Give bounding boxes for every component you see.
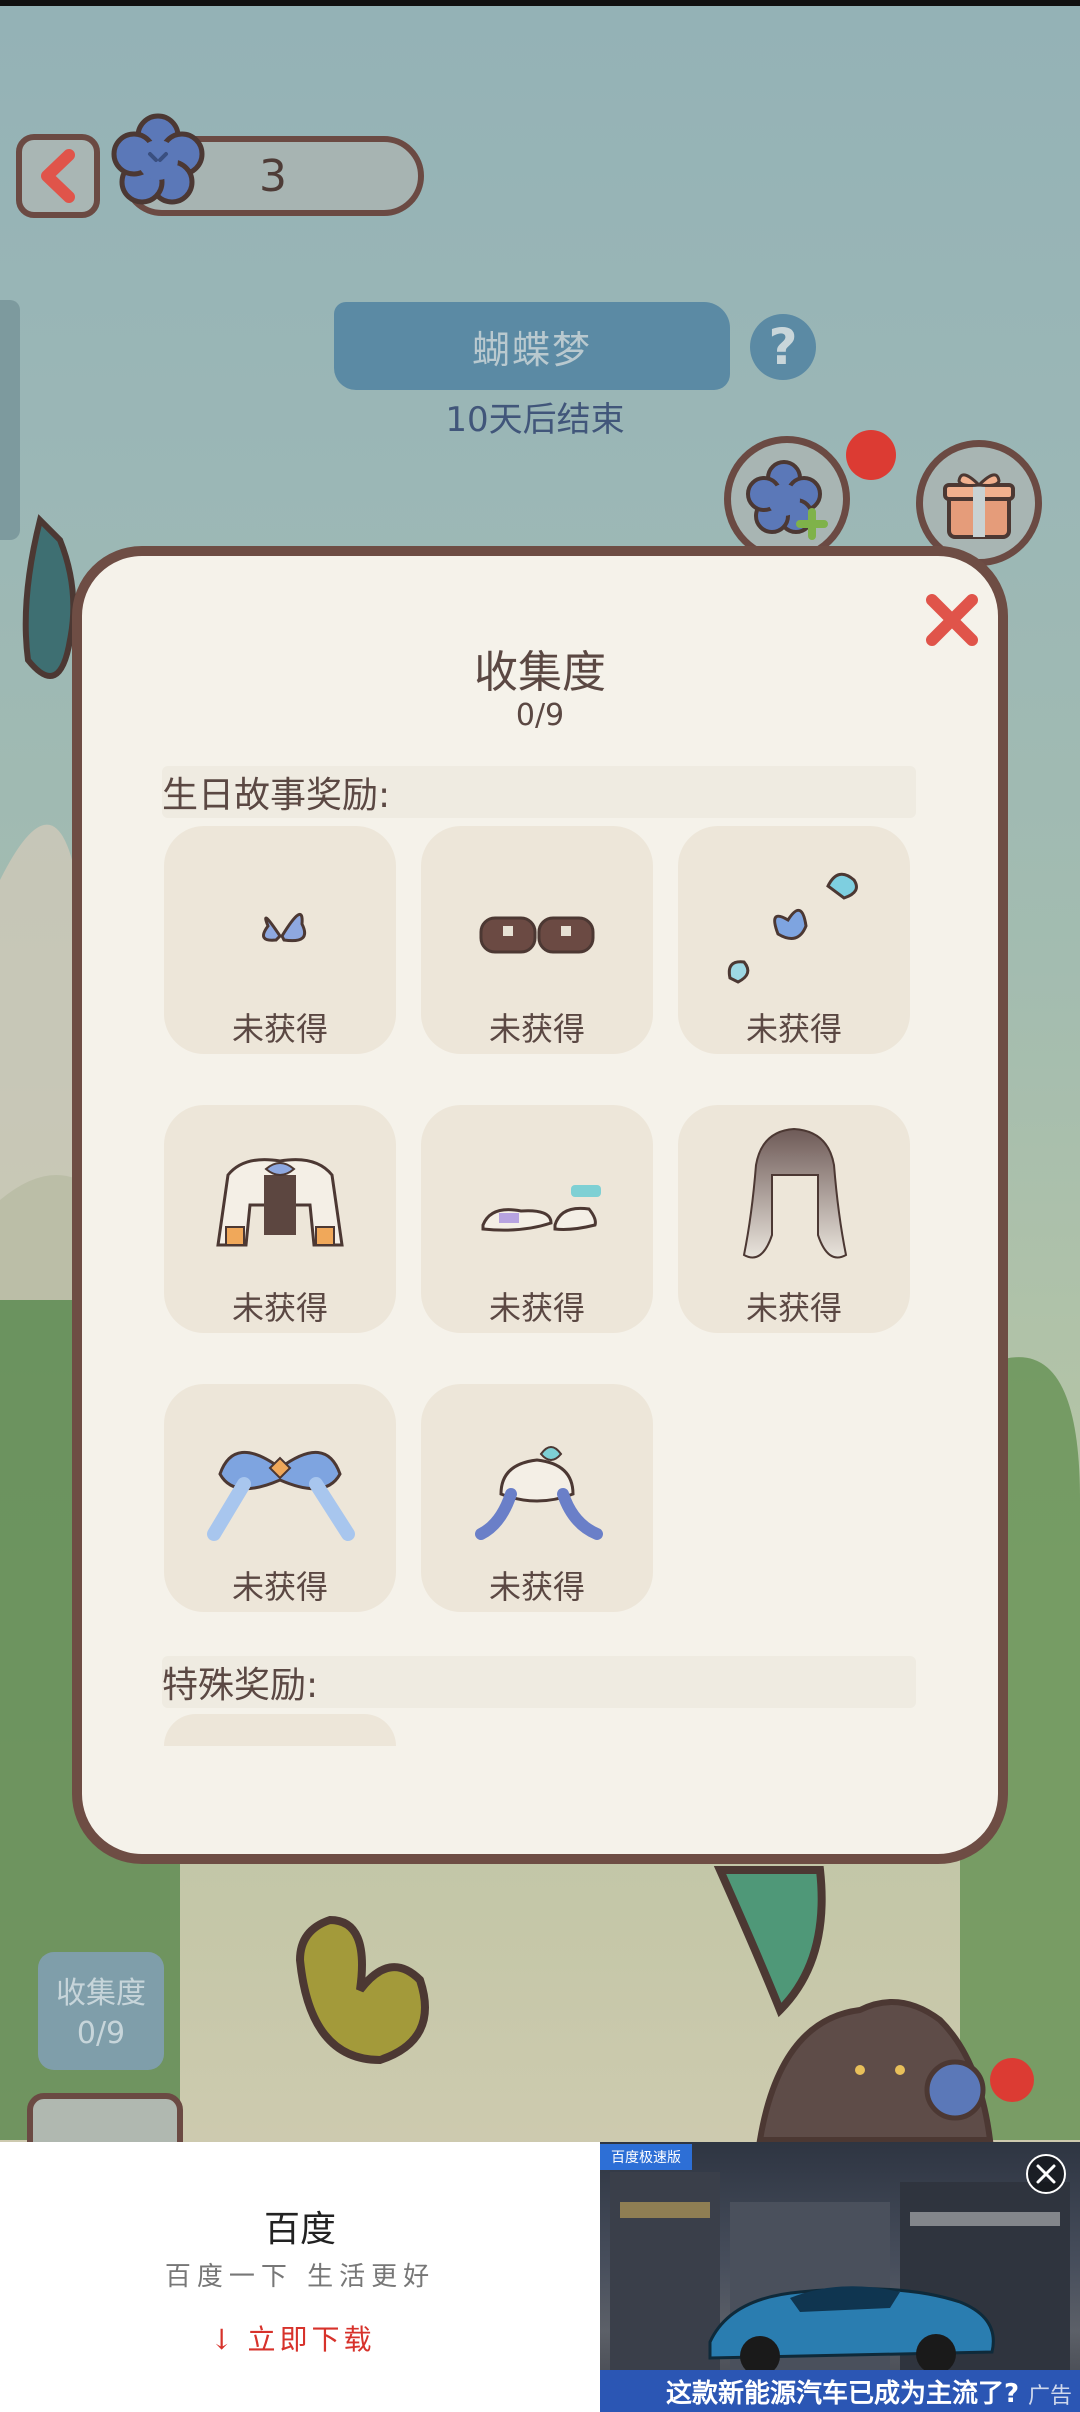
collection-value: 0/9	[76, 2016, 126, 2051]
currency-count: 3	[259, 150, 287, 202]
gift-icon	[943, 473, 1015, 539]
reward-status: 未获得	[745, 1289, 842, 1327]
ad-close-button[interactable]	[1026, 2154, 1066, 2194]
butterfly-hairpin-icon	[262, 912, 307, 943]
reward-status: 未获得	[231, 1010, 328, 1048]
butterfly-accessory-icon	[727, 872, 858, 984]
back-button[interactable]	[16, 134, 100, 218]
jacket-icon	[216, 1158, 344, 1247]
reward-card[interactable]: 未获得	[164, 1384, 396, 1612]
flower-plus-icon	[746, 460, 828, 540]
reward-card-partial[interactable]	[164, 1714, 396, 1746]
ad-label: 广告	[1028, 2384, 1073, 2409]
ribbon-top-icon	[475, 1446, 603, 1540]
reward-status: 未获得	[231, 1568, 328, 1606]
event-title: 蝴蝶梦	[471, 327, 592, 372]
download-arrow-icon: ↓	[210, 2323, 238, 2356]
ad-slogan: 百度一下 生活更好	[164, 2262, 436, 2292]
help-button[interactable]: ?	[750, 314, 816, 380]
modal-title: 收集度	[474, 647, 606, 698]
ad-download-link[interactable]: ↓ 立即下载	[210, 2318, 410, 2358]
reward-status: 未获得	[488, 1289, 585, 1327]
reward-status: 未获得	[488, 1568, 585, 1606]
status-bar	[0, 0, 1080, 6]
reward-card[interactable]: 未获得	[164, 1105, 396, 1333]
flat-shoes-icon	[481, 1185, 601, 1232]
reward-card[interactable]: 未获得	[164, 826, 396, 1054]
event-countdown: 10天后结束	[445, 400, 625, 440]
reward-card[interactable]: 未获得	[421, 1384, 653, 1612]
reward-card[interactable]: 未获得	[421, 826, 653, 1054]
ad-caption: 这款新能源汽车已成为主流了?	[600, 2370, 1080, 2412]
ad-brand: 百度	[263, 2209, 336, 2250]
reward-status: 未获得	[488, 1010, 585, 1048]
add-flower-button[interactable]	[724, 436, 850, 562]
reward-status: 未获得	[231, 1289, 328, 1327]
brown-shoes-icon	[479, 916, 595, 954]
event-title-banner: 蝴蝶梦	[334, 302, 730, 390]
question-icon: ?	[768, 318, 798, 376]
ad-tag: 百度极速版	[600, 2144, 692, 2170]
chevron-left-icon	[41, 149, 75, 203]
section-title-special: 特殊奖励:	[162, 1665, 319, 1706]
notification-dot	[846, 430, 896, 480]
reward-status: 未获得	[745, 1010, 842, 1048]
collection-label: 收集度	[56, 1976, 146, 2011]
blue-flower-icon	[108, 108, 208, 208]
section-title-birthday: 生日故事奖励:	[162, 775, 391, 816]
side-tab[interactable]	[0, 300, 20, 540]
reward-card[interactable]: 未获得	[421, 1105, 653, 1333]
ad-download-label: 立即下载	[247, 2323, 376, 2356]
modal-progress: 0/9	[515, 698, 565, 733]
reward-card[interactable]: 未获得	[678, 1105, 910, 1333]
gradient-hair-icon	[742, 1127, 848, 1259]
bow-sleeves-icon	[207, 1451, 355, 1541]
collection-button[interactable]: 收集度 0/9	[38, 1952, 164, 2070]
reward-card[interactable]: 未获得	[678, 826, 910, 1054]
close-icon	[1036, 2164, 1056, 2184]
